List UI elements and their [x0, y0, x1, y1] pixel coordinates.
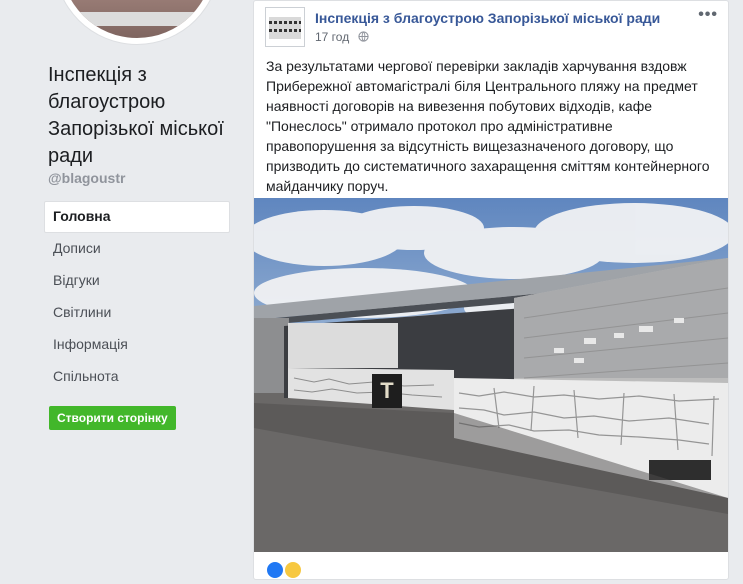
nav-item-reviews[interactable]: Відгуки: [44, 265, 230, 297]
nav-item-community[interactable]: Спільнота: [44, 361, 230, 393]
post-card: Інспекція з благоустрою Запорізької місь…: [253, 0, 729, 580]
page-sidebar: Інспекція з благоустрою Запорізької місь…: [0, 0, 241, 567]
nav-item-posts[interactable]: Дописи: [44, 233, 230, 265]
photo-scene: T: [254, 198, 728, 552]
page-handle[interactable]: @blagoustr: [48, 170, 125, 186]
page-nav: Головна Дописи Відгуки Світлини Інформац…: [44, 201, 230, 393]
more-horizontal-icon[interactable]: •••: [698, 6, 718, 24]
create-page-button[interactable]: Створити сторінку: [49, 406, 176, 430]
post-photo[interactable]: T: [254, 198, 728, 552]
post-timestamp[interactable]: 17 год: [315, 30, 369, 44]
post-text: За результатами чергової перевірки закла…: [266, 58, 710, 194]
page-title[interactable]: Інспекція з благоустрою Запорізької місь…: [48, 62, 238, 170]
nav-item-home[interactable]: Головна: [44, 201, 230, 233]
nav-item-photos[interactable]: Світлини: [44, 297, 230, 329]
wow-reaction-icon: [284, 561, 303, 579]
globe-icon: [357, 31, 369, 42]
avatar-image: [61, 0, 213, 38]
nav-item-about[interactable]: Інформація: [44, 329, 230, 361]
photo-sign-letter: T: [380, 378, 394, 403]
post-time-label[interactable]: 17 год: [315, 30, 349, 44]
post-author-name[interactable]: Інспекція з благоустрою Запорізької місь…: [315, 10, 660, 26]
page-avatar[interactable]: [55, 0, 219, 44]
post-author-avatar[interactable]: [265, 7, 305, 47]
reactions-summary[interactable]: [266, 561, 303, 584]
like-reaction-icon: [266, 561, 284, 579]
